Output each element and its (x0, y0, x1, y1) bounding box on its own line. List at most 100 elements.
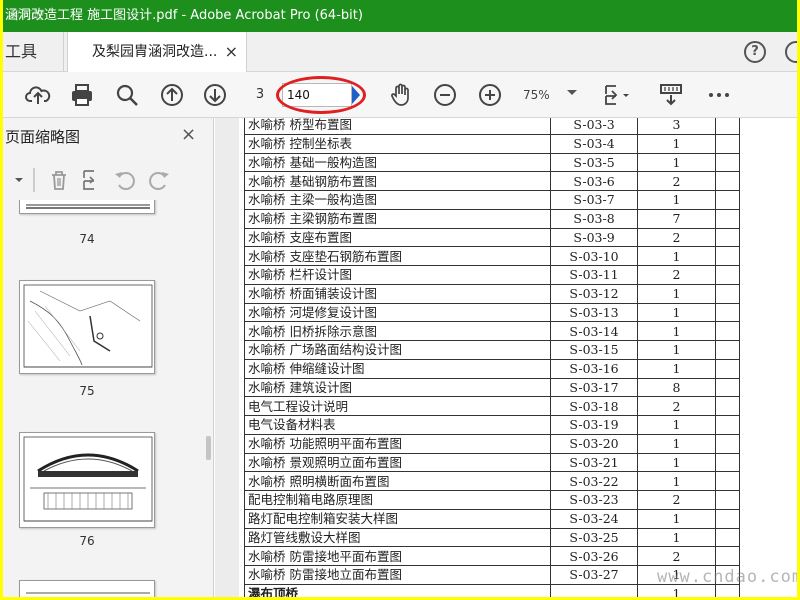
page-down-icon[interactable] (202, 82, 228, 108)
empty-cell (715, 118, 740, 135)
zoom-out-icon[interactable] (432, 82, 458, 108)
print-icon[interactable] (69, 82, 95, 108)
zoom-dropdown-icon[interactable] (567, 90, 577, 95)
drawing-code-cell: S-03-5 (550, 152, 638, 173)
drawing-name-cell: 水喻桥 河堤修复设计图 (244, 302, 551, 323)
sheet-count-cell: 1 (637, 471, 716, 491)
drawing-code-cell: S-03-14 (550, 321, 638, 341)
drawing-code-cell: S-03-4 (550, 133, 638, 154)
drawing-name-cell: 配电控制箱电路原理图 (244, 490, 551, 510)
thumbnail-label: 74 (79, 232, 95, 246)
app-window: 涵洞改造工程 施工图设计.pdf - Adobe Acrobat Pro (64… (3, 0, 797, 597)
drawing-name-cell: 水喻桥 防雷接地平面布置图 (244, 546, 551, 566)
table-row: 水喻桥 控制坐标表 S-03-4 1 (244, 133, 740, 154)
thumbnail-page-77[interactable] (19, 580, 155, 597)
main-toolbar: 3 75% (3, 72, 797, 118)
drawing-code-cell: S-03-6 (550, 171, 638, 191)
empty-cell (715, 546, 740, 566)
tab-document-label: 及梨园胄涵洞改造... (92, 44, 218, 60)
drawing-name-cell: 水喻桥 支座布置图 (244, 227, 551, 248)
drawing-name-cell: 水喻桥 建筑设计图 (244, 377, 551, 398)
sheet-count-cell: 2 (637, 171, 716, 191)
empty-cell (715, 433, 740, 454)
page-up-icon[interactable] (159, 82, 185, 108)
drawing-name-cell: 水喻桥 功能照明平面布置图 (244, 433, 551, 454)
drawing-name-cell: 水喻桥 基础一般构造图 (244, 152, 551, 173)
table-row: 电气工程设计说明 S-03-18 2 (244, 396, 740, 416)
empty-cell (715, 208, 740, 229)
sheet-count-cell: 2 (637, 265, 716, 285)
drawing-code-cell (550, 583, 638, 597)
panel-title: 页面缩略图 (5, 128, 81, 146)
table-row: 水喻桥 广场路面结构设计图 S-03-15 1 (244, 340, 740, 360)
rotate-right-icon[interactable] (147, 168, 171, 192)
page-display-icon[interactable] (603, 82, 629, 108)
rotate-left-icon[interactable] (113, 168, 137, 192)
drawing-name-cell: 水喻桥 广场路面结构设计图 (244, 340, 551, 360)
sheet-count-cell: 1 (637, 152, 716, 173)
drawing-name-cell: 水喻桥 照明横断面布置图 (244, 471, 551, 491)
tab-document[interactable]: 及梨园胄涵洞改造... × (67, 32, 247, 72)
sheet-count-cell: 1 (637, 321, 716, 341)
empty-cell (715, 246, 740, 266)
zoom-level[interactable]: 75% (523, 85, 583, 105)
drawing-code-cell: S-03-10 (550, 246, 638, 266)
table-row: 路灯配电控制箱安装大样图 S-03-24 1 (244, 508, 740, 529)
sheet-count-cell: 1 (637, 133, 716, 154)
hand-tool-icon[interactable] (388, 82, 414, 108)
drawing-name-cell: 水喻桥 主梁一般构造图 (244, 190, 551, 210)
sheet-count-cell: 1 (637, 527, 716, 548)
sheet-count-cell: 2 (637, 490, 716, 510)
drawing-code-cell: S-03-19 (550, 415, 638, 435)
empty-cell (715, 527, 740, 548)
zoom-in-icon[interactable] (477, 82, 503, 108)
user-icon[interactable] (785, 41, 797, 63)
panel-scrollbar[interactable] (206, 436, 211, 460)
empty-cell (715, 321, 740, 341)
sheet-count-cell: 1 (637, 190, 716, 210)
drawing-code-cell: S-03-7 (550, 190, 638, 210)
thumbnail-page-75[interactable] (19, 280, 155, 374)
drawing-code-cell: S-03-13 (550, 302, 638, 323)
drawing-code-cell: S-03-16 (550, 358, 638, 379)
table-row: 水喻桥 栏杆设计图 S-03-11 2 (244, 265, 740, 285)
empty-cell (715, 227, 740, 248)
empty-cell (715, 340, 740, 360)
thumbnail-page-74[interactable] (19, 200, 155, 214)
search-zoom-icon[interactable] (114, 82, 140, 108)
table-row: 配电控制箱电路原理图 S-03-23 2 (244, 490, 740, 510)
table-row: 水喻桥 桥面铺装设计图 S-03-12 1 (244, 283, 740, 304)
sheet-count-cell: 1 (637, 433, 716, 454)
drawing-code-cell: S-03-26 (550, 546, 638, 566)
sheet-count-cell: 2 (637, 396, 716, 416)
help-icon[interactable]: ? (744, 41, 766, 63)
drawing-code-cell: S-03-25 (550, 527, 638, 548)
drawing-name-cell: 水喻桥 伸缩缝设计图 (244, 358, 551, 379)
scroll-mode-icon[interactable] (658, 82, 684, 108)
thumbnail-page-76[interactable] (19, 432, 155, 528)
drawing-code-cell: S-03-23 (550, 490, 638, 510)
empty-cell (715, 133, 740, 154)
current-page-number: 3 (255, 87, 265, 102)
drawing-name-cell: 水喻桥 基础钢筋布置图 (244, 171, 551, 191)
upload-cloud-icon[interactable] (25, 82, 51, 108)
table-row: 水喻桥 主梁钢筋布置图 S-03-8 7 (244, 208, 740, 229)
drawing-code-cell: S-03-8 (550, 208, 638, 229)
insert-page-icon[interactable] (81, 168, 105, 192)
panel-close-icon[interactable]: × (181, 124, 196, 145)
table-row: 水喻桥 支座垫石钢筋布置图 S-03-10 1 (244, 246, 740, 266)
tab-close-icon[interactable]: × (225, 32, 238, 72)
tab-tools[interactable]: 工具 (3, 32, 37, 72)
table-row: 水喻桥 防雷接地平面布置图 S-03-26 2 (244, 546, 740, 566)
tab-bar: 工具 及梨园胄涵洞改造... × ? (3, 32, 797, 72)
options-dropdown-icon[interactable] (7, 168, 23, 192)
empty-cell (715, 452, 740, 473)
sheet-count-cell: 1 (637, 452, 716, 473)
empty-cell (715, 471, 740, 491)
drawing-code-cell: S-03-15 (550, 340, 638, 360)
document-view: 水喻桥 桥型布置图 S-03-3 3 水喻桥 控制坐标表 S-03-4 1 水喻桥 基础一般… (215, 118, 797, 597)
table-row: 水喻桥 基础一般构造图 S-03-5 1 (244, 152, 740, 173)
drawing-name-cell: 电气工程设计说明 (244, 396, 551, 416)
more-icon[interactable] (706, 82, 732, 108)
trash-icon[interactable] (47, 168, 71, 192)
